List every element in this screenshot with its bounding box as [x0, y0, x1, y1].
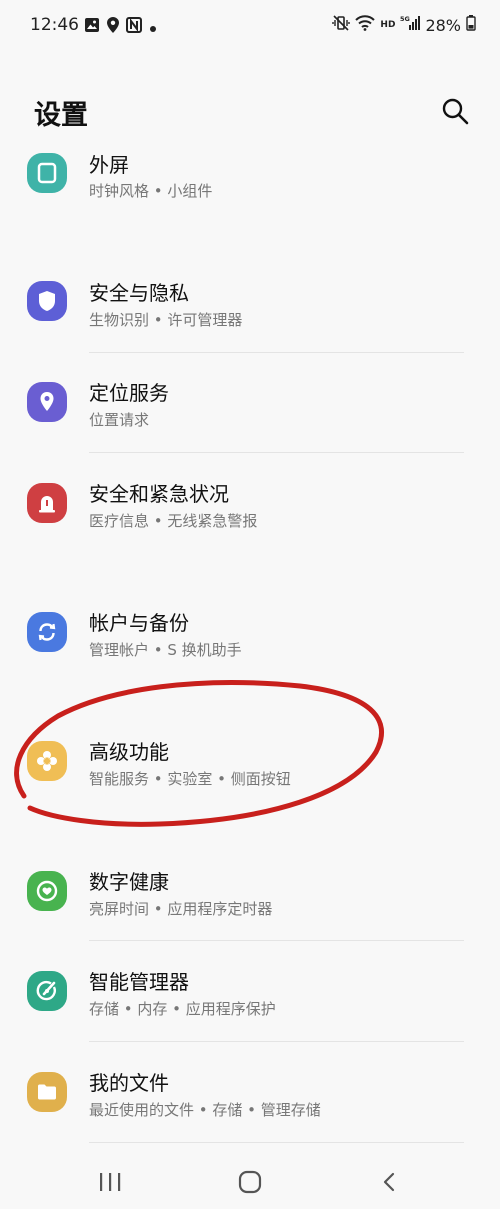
wifi-icon [355, 15, 376, 35]
svg-text:5G: 5G [400, 15, 410, 23]
status-notification-icons [84, 17, 157, 37]
status-time: 12:46 [30, 15, 79, 35]
settings-item-title: 帐户与备份 [89, 611, 189, 635]
settings-item-title: 我的文件 [89, 1071, 169, 1095]
settings-item-subtitle: 医疗信息 • 无线紧急警报 [89, 512, 258, 530]
settings-item-title: 安全和紧急状况 [89, 482, 229, 506]
divider [89, 940, 464, 941]
settings-item-title: 高级功能 [89, 740, 169, 764]
back-icon [383, 1172, 395, 1192]
settings-item-subtitle: 位置请求 [89, 411, 150, 429]
settings-item-external-screen[interactable]: 外屏 时钟风格 • 小组件 [0, 140, 500, 220]
settings-item-subtitle: 时钟风格 • 小组件 [89, 182, 213, 200]
vibrate-mute-icon [332, 15, 351, 35]
settings-item-subtitle: 最近使用的文件 • 存储 • 管理存储 [89, 1101, 321, 1119]
settings-item-safety-emergency[interactable]: 安全和紧急状况 医疗信息 • 无线紧急警报 [0, 469, 500, 549]
settings-item-my-files[interactable]: 我的文件 最近使用的文件 • 存储 • 管理存储 [0, 1058, 500, 1138]
search-button[interactable] [440, 96, 470, 126]
settings-item-subtitle: 管理帐户 • S 换机助手 [89, 641, 242, 659]
external-screen-icon [27, 153, 67, 193]
status-bar: 12:46 HD 5G 28% [0, 0, 500, 52]
digital-wellbeing-icon [27, 871, 67, 911]
location-pin-icon [107, 17, 119, 37]
settings-item-advanced-features[interactable]: 高级功能 智能服务 • 实验室 • 侧面按钮 [0, 727, 500, 807]
recents-icon [100, 1173, 121, 1191]
status-system-icons: HD 5G 28% [332, 15, 476, 35]
sync-icon [27, 612, 67, 652]
settings-item-security-privacy[interactable]: 安全与隐私 生物识别 • 许可管理器 [0, 268, 500, 348]
signal-icon: 5G [400, 15, 421, 35]
settings-item-device-care[interactable]: 智能管理器 存储 • 内存 • 应用程序保护 [0, 957, 500, 1037]
settings-item-location[interactable]: 定位服务 位置请求 [0, 368, 500, 448]
settings-item-digital-wellbeing[interactable]: 数字健康 亮屏时间 • 应用程序定时器 [0, 857, 500, 937]
home-button[interactable] [220, 1155, 280, 1209]
page-title: 设置 [34, 100, 88, 131]
divider [89, 1041, 464, 1042]
settings-item-subtitle: 生物识别 • 许可管理器 [89, 311, 243, 329]
settings-item-title: 数字健康 [89, 870, 169, 894]
divider [89, 352, 464, 353]
hd-indicator: HD [380, 20, 396, 30]
settings-item-subtitle: 存储 • 内存 • 应用程序保护 [89, 1000, 276, 1018]
shield-icon [27, 281, 67, 321]
settings-item-title: 安全与隐私 [89, 281, 189, 305]
divider [89, 1142, 464, 1143]
settings-item-subtitle: 智能服务 • 实验室 • 侧面按钮 [89, 770, 291, 788]
settings-item-title: 智能管理器 [89, 970, 189, 994]
location-icon [27, 382, 67, 422]
back-button[interactable] [360, 1155, 420, 1209]
battery-percent: 28% [425, 15, 461, 35]
settings-item-title: 外屏 [89, 153, 129, 177]
dot-icon [149, 18, 157, 37]
divider [89, 452, 464, 453]
settings-item-subtitle: 亮屏时间 • 应用程序定时器 [89, 900, 273, 918]
battery-icon [466, 15, 476, 35]
navigation-bar [0, 1155, 500, 1209]
settings-item-accounts-backup[interactable]: 帐户与备份 管理帐户 • S 换机助手 [0, 598, 500, 678]
search-icon [442, 98, 469, 125]
recents-button[interactable] [80, 1155, 140, 1209]
advanced-features-icon [27, 741, 67, 781]
folder-icon [27, 1072, 67, 1112]
nfc-icon [126, 17, 142, 37]
settings-item-title: 定位服务 [89, 381, 169, 405]
emergency-icon [27, 483, 67, 523]
home-icon [238, 1170, 262, 1194]
gallery-icon [84, 17, 100, 37]
device-care-icon [27, 971, 67, 1011]
